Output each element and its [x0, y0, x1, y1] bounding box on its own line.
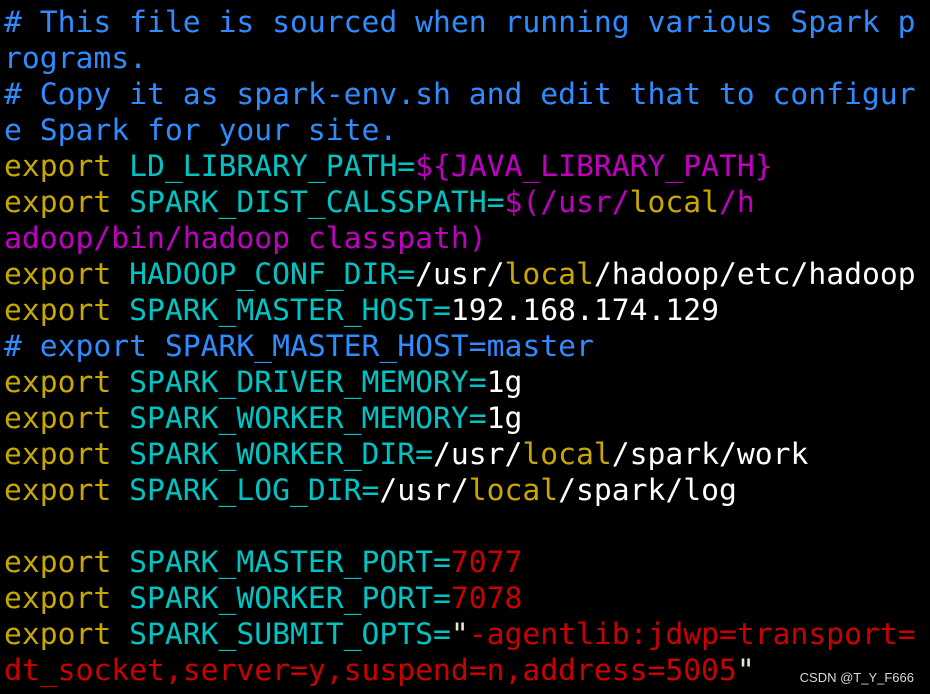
token-ident: SPARK_WORKER_MEMORY=: [111, 401, 487, 436]
code-line: # This file is sourced when running vari…: [4, 5, 916, 41]
token-text: /spark/work: [611, 437, 809, 472]
token-special: ${JAVA_LIBRARY_PATH}: [415, 149, 773, 184]
token-ident: SPARK_MASTER_PORT=: [111, 545, 451, 580]
token-ident: SPARK_WORKER_DIR=: [111, 437, 433, 472]
code-line: export SPARK_WORKER_MEMORY=1g: [4, 401, 916, 437]
token-keyword: export: [4, 257, 112, 292]
token-keyword: local: [504, 257, 594, 292]
code-line: export SPARK_DIST_CALSSPATH=$(/usr/local…: [4, 185, 916, 221]
token-keyword: export: [4, 293, 112, 328]
terminal-editor[interactable]: # This file is sourced when running vari…: [4, 5, 916, 689]
code-line: # export SPARK_MASTER_HOST=master: [4, 329, 916, 365]
token-ident: SPARK_LOG_DIR=: [111, 473, 380, 508]
code-line: # Copy it as spark-env.sh and edit that …: [4, 77, 916, 113]
token-keyword: local: [468, 473, 559, 508]
token-ident: HADOOP_CONF_DIR=: [111, 257, 416, 292]
token-string: 7077: [450, 545, 523, 580]
token-keyword: export: [4, 365, 112, 400]
code-line: export LD_LIBRARY_PATH=${JAVA_LIBRARY_PA…: [4, 149, 916, 185]
token-quote: ": [736, 653, 755, 688]
code-line: export SPARK_WORKER_PORT=7078: [4, 581, 916, 617]
token-text: /usr/: [432, 437, 523, 472]
code-line: export SPARK_MASTER_HOST=192.168.174.129: [4, 293, 916, 329]
code-line: export SPARK_LOG_DIR=/usr/local/spark/lo…: [4, 473, 916, 509]
token-keyword: export: [4, 149, 112, 184]
code-line: rograms.: [4, 41, 916, 77]
watermark: CSDN @T_Y_F666: [799, 670, 914, 685]
code-line: export SPARK_MASTER_PORT=7077: [4, 545, 916, 581]
token-keyword: export: [4, 401, 112, 436]
code-line: dt_socket,server=y,suspend=n,address=500…: [4, 653, 916, 689]
token-comment: # Copy it as spark-env.sh and edit that …: [4, 77, 916, 112]
token-string: 7078: [450, 581, 523, 616]
token-text: /spark/log: [558, 473, 737, 508]
token-ident: SPARK_DRIVER_MEMORY=: [111, 365, 487, 400]
token-comment: rograms.: [4, 41, 147, 76]
token-keyword: export: [4, 185, 112, 220]
token-keyword: export: [4, 581, 112, 616]
token-keyword: local: [522, 437, 612, 472]
token-comment: # export SPARK_MASTER_HOST=master: [4, 329, 594, 364]
token-comment: # This file is sourced when running vari…: [4, 5, 916, 40]
token-text: 1g: [486, 401, 523, 436]
token-text: 192.168.174.129: [450, 293, 719, 328]
token-keyword: export: [4, 473, 112, 508]
token-keyword: local: [629, 185, 719, 220]
token-ident: SPARK_MASTER_HOST=: [111, 293, 451, 328]
code-line: adoop/bin/hadoop classpath): [4, 221, 916, 257]
token-text: /usr/: [379, 473, 469, 508]
token-string: dt_socket,server=y,suspend=n,address=500…: [4, 653, 737, 688]
token-text: /usr/: [415, 257, 505, 292]
token-ident: SPARK_WORKER_PORT=: [111, 581, 451, 616]
token-text: /hadoop/etc/hadoop: [593, 257, 916, 292]
code-line: e Spark for your site.: [4, 113, 916, 149]
token-ident: SPARK_DIST_CALSSPATH=: [111, 185, 505, 220]
token-special: /h: [718, 185, 755, 220]
token-quote: ": [450, 617, 469, 652]
token-comment: e Spark for your site.: [4, 113, 398, 148]
token-keyword: export: [4, 545, 112, 580]
code-line: export SPARK_DRIVER_MEMORY=1g: [4, 365, 916, 401]
token-string: -agentlib:jdwp=transport=: [468, 617, 916, 652]
token-ident: SPARK_SUBMIT_OPTS=: [111, 617, 451, 652]
code-line: export SPARK_WORKER_DIR=/usr/local/spark…: [4, 437, 916, 473]
token-special: adoop/bin/hadoop classpath): [4, 221, 487, 256]
token-keyword: export: [4, 617, 112, 652]
code-line: export HADOOP_CONF_DIR=/usr/local/hadoop…: [4, 257, 916, 293]
token-keyword: export: [4, 437, 112, 472]
code-line: export SPARK_SUBMIT_OPTS="-agentlib:jdwp…: [4, 617, 916, 653]
token-text: 1g: [486, 365, 523, 400]
token-special: $(/usr/: [504, 185, 630, 220]
token-ident: LD_LIBRARY_PATH=: [111, 149, 416, 184]
